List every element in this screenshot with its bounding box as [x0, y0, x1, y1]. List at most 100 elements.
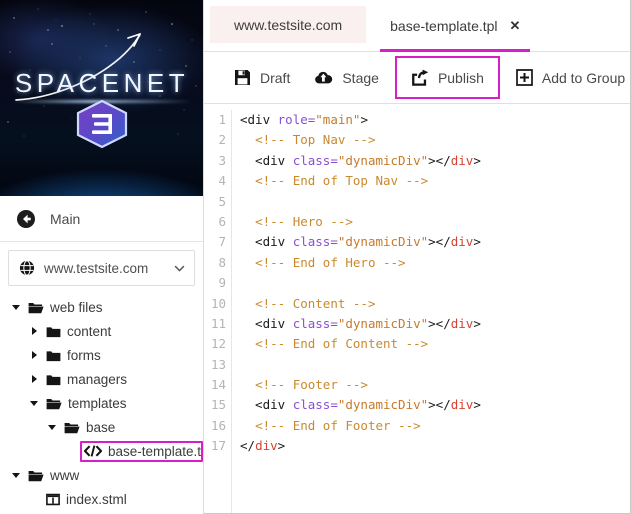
cloud-upload-icon-wrap: [314, 70, 333, 85]
code-token-name: div: [450, 397, 474, 413]
code-line[interactable]: <div class="dynamicDiv"></div>: [240, 395, 630, 415]
code-token-tag: <div: [240, 315, 293, 331]
code-token-str: "dynamicDiv": [337, 315, 429, 331]
code-line[interactable]: <!-- Content -->: [240, 294, 630, 314]
chevron-down-icon[interactable]: [173, 262, 186, 275]
save-floppy-icon-wrap: [234, 69, 251, 86]
code-line[interactable]: [240, 355, 630, 375]
toolbar-button-label: Stage: [342, 69, 379, 86]
tree-item-content[interactable]: www: [28, 468, 79, 483]
code-token-tag: <div: [240, 112, 278, 127]
tree-item[interactable]: www: [0, 463, 203, 487]
code-token-tag: ></: [428, 152, 451, 168]
tab-inactive[interactable]: www.testsite.com: [210, 6, 367, 43]
code-token-tag: <div: [240, 152, 293, 168]
draft-button[interactable]: Draft: [222, 62, 302, 93]
code-editor[interactable]: 1 2 3 4 5 6 7 8 9 10 11 12 13 14 15 16 17 <div role="mai…: [204, 104, 630, 513]
code-token-tag: >: [277, 438, 286, 454]
tree-item-selected[interactable]: base-template.tp: [0, 439, 203, 463]
twisty-placeholder: [64, 445, 76, 457]
tree-item[interactable]: managers: [0, 367, 203, 391]
code-token-tag: [240, 336, 255, 351]
code-token-name: div: [450, 234, 474, 250]
code-line[interactable]: [240, 192, 630, 212]
folder-closed-icon-wrap: [46, 325, 61, 338]
tab-close-icon[interactable]: ✕: [510, 19, 521, 32]
code-line[interactable]: <!-- End of Top Nav -->: [240, 171, 630, 191]
twisty-toggle[interactable]: [28, 397, 40, 409]
folder-closed-icon: [46, 350, 61, 361]
tree-item-content[interactable]: index.stml: [46, 492, 127, 507]
code-line[interactable]: <!-- Footer -->: [240, 375, 630, 395]
tree-item[interactable]: templates: [0, 391, 203, 415]
line-number: 13: [210, 356, 226, 372]
code-token-str: "main": [315, 112, 361, 127]
tree-item-content[interactable]: base: [64, 420, 115, 435]
tree-item-content[interactable]: forms: [46, 348, 101, 363]
tree-item-content[interactable]: managers: [46, 372, 127, 387]
tree-item-content[interactable]: content: [46, 324, 111, 339]
tree-item-content[interactable]: web files: [28, 300, 103, 315]
page-file-icon-wrap: [46, 493, 60, 506]
code-token-tag: ></: [428, 397, 451, 413]
tab-active[interactable]: base-template.tpl ✕: [366, 0, 544, 52]
tree-item[interactable]: base: [0, 415, 203, 439]
code-line[interactable]: <div class="dynamicDiv"></div>: [240, 232, 630, 252]
code-token-str: "dynamicDiv": [337, 397, 429, 413]
code-token-tag: </: [240, 438, 256, 454]
code-line[interactable]: <!-- Top Nav -->: [240, 130, 630, 150]
folder-closed-icon-wrap: [46, 373, 61, 386]
tree-item[interactable]: index.stml: [0, 487, 203, 511]
twisty-down-icon[interactable]: [11, 302, 21, 312]
back-to-main-button[interactable]: Main: [0, 196, 203, 242]
code-token-tag: >: [473, 397, 481, 413]
tree-item[interactable]: forms: [0, 343, 203, 367]
code-line[interactable]: <!-- End of Content -->: [240, 334, 630, 354]
twisty-down-icon[interactable]: [47, 422, 57, 432]
toolbar-button-label: Add to Group: [541, 69, 626, 86]
tree-item-content[interactable]: templates: [46, 396, 127, 411]
line-number: 1: [218, 112, 226, 127]
folder-closed-icon-wrap: [46, 349, 61, 362]
tree-item-label: content: [67, 323, 112, 339]
twisty-toggle[interactable]: [28, 325, 40, 337]
code-line[interactable]: <!-- End of Footer -->: [240, 416, 630, 436]
twisty-toggle[interactable]: [46, 421, 58, 433]
code-line[interactable]: </div>: [240, 436, 630, 456]
code-content[interactable]: <div role="main"> <!-- Top Nav --> <div …: [232, 110, 630, 513]
code-token-tag: >: [473, 234, 481, 250]
tree-item-content[interactable]: base-template.tp: [80, 440, 203, 462]
code-token-str: "dynamicDiv": [337, 152, 429, 168]
code-line[interactable]: <div class="dynamicDiv"></div>: [240, 151, 630, 171]
code-line[interactable]: <div class="dynamicDiv"></div>: [240, 314, 630, 334]
twisty-right-icon[interactable]: [29, 374, 39, 384]
tree-item[interactable]: web files: [0, 295, 203, 319]
tab-bar[interactable]: www.testsite.com base-template.tpl ✕: [204, 0, 630, 52]
file-tree[interactable]: web files content forms managers templates ba…: [0, 286, 203, 514]
site-selector[interactable]: www.testsite.com: [8, 250, 195, 286]
code-line[interactable]: [240, 273, 630, 293]
twisty-toggle[interactable]: [28, 349, 40, 361]
add-to-group-button[interactable]: Add to Group: [504, 62, 631, 93]
twisty-toggle[interactable]: [28, 373, 40, 385]
folder-open-icon: [28, 470, 44, 481]
stage-button[interactable]: Stage: [302, 63, 391, 93]
code-token-tag: [240, 377, 255, 392]
twisty-right-icon[interactable]: [29, 350, 39, 360]
twisty-toggle[interactable]: [10, 469, 22, 481]
site-selector-value: www.testsite.com: [44, 260, 149, 276]
line-number: 12: [210, 336, 226, 352]
code-token-cmt: <!-- End of Top Nav -->: [255, 173, 429, 189]
tree-item-label: managers: [67, 371, 128, 387]
twisty-right-icon[interactable]: [29, 326, 39, 336]
code-line[interactable]: <div role="main">: [240, 110, 630, 130]
code-line[interactable]: <!-- Hero -->: [240, 212, 630, 232]
publish-button[interactable]: Publish: [394, 56, 500, 99]
twisty-toggle[interactable]: [10, 301, 22, 313]
twisty-down-icon[interactable]: [11, 470, 21, 480]
tree-item[interactable]: content: [0, 319, 203, 343]
action-toolbar[interactable]: Draft Stage Publish Add to Group: [204, 52, 630, 104]
code-line[interactable]: <!-- End of Hero -->: [240, 253, 630, 273]
line-number: 11: [210, 315, 226, 331]
twisty-down-icon[interactable]: [29, 398, 39, 408]
